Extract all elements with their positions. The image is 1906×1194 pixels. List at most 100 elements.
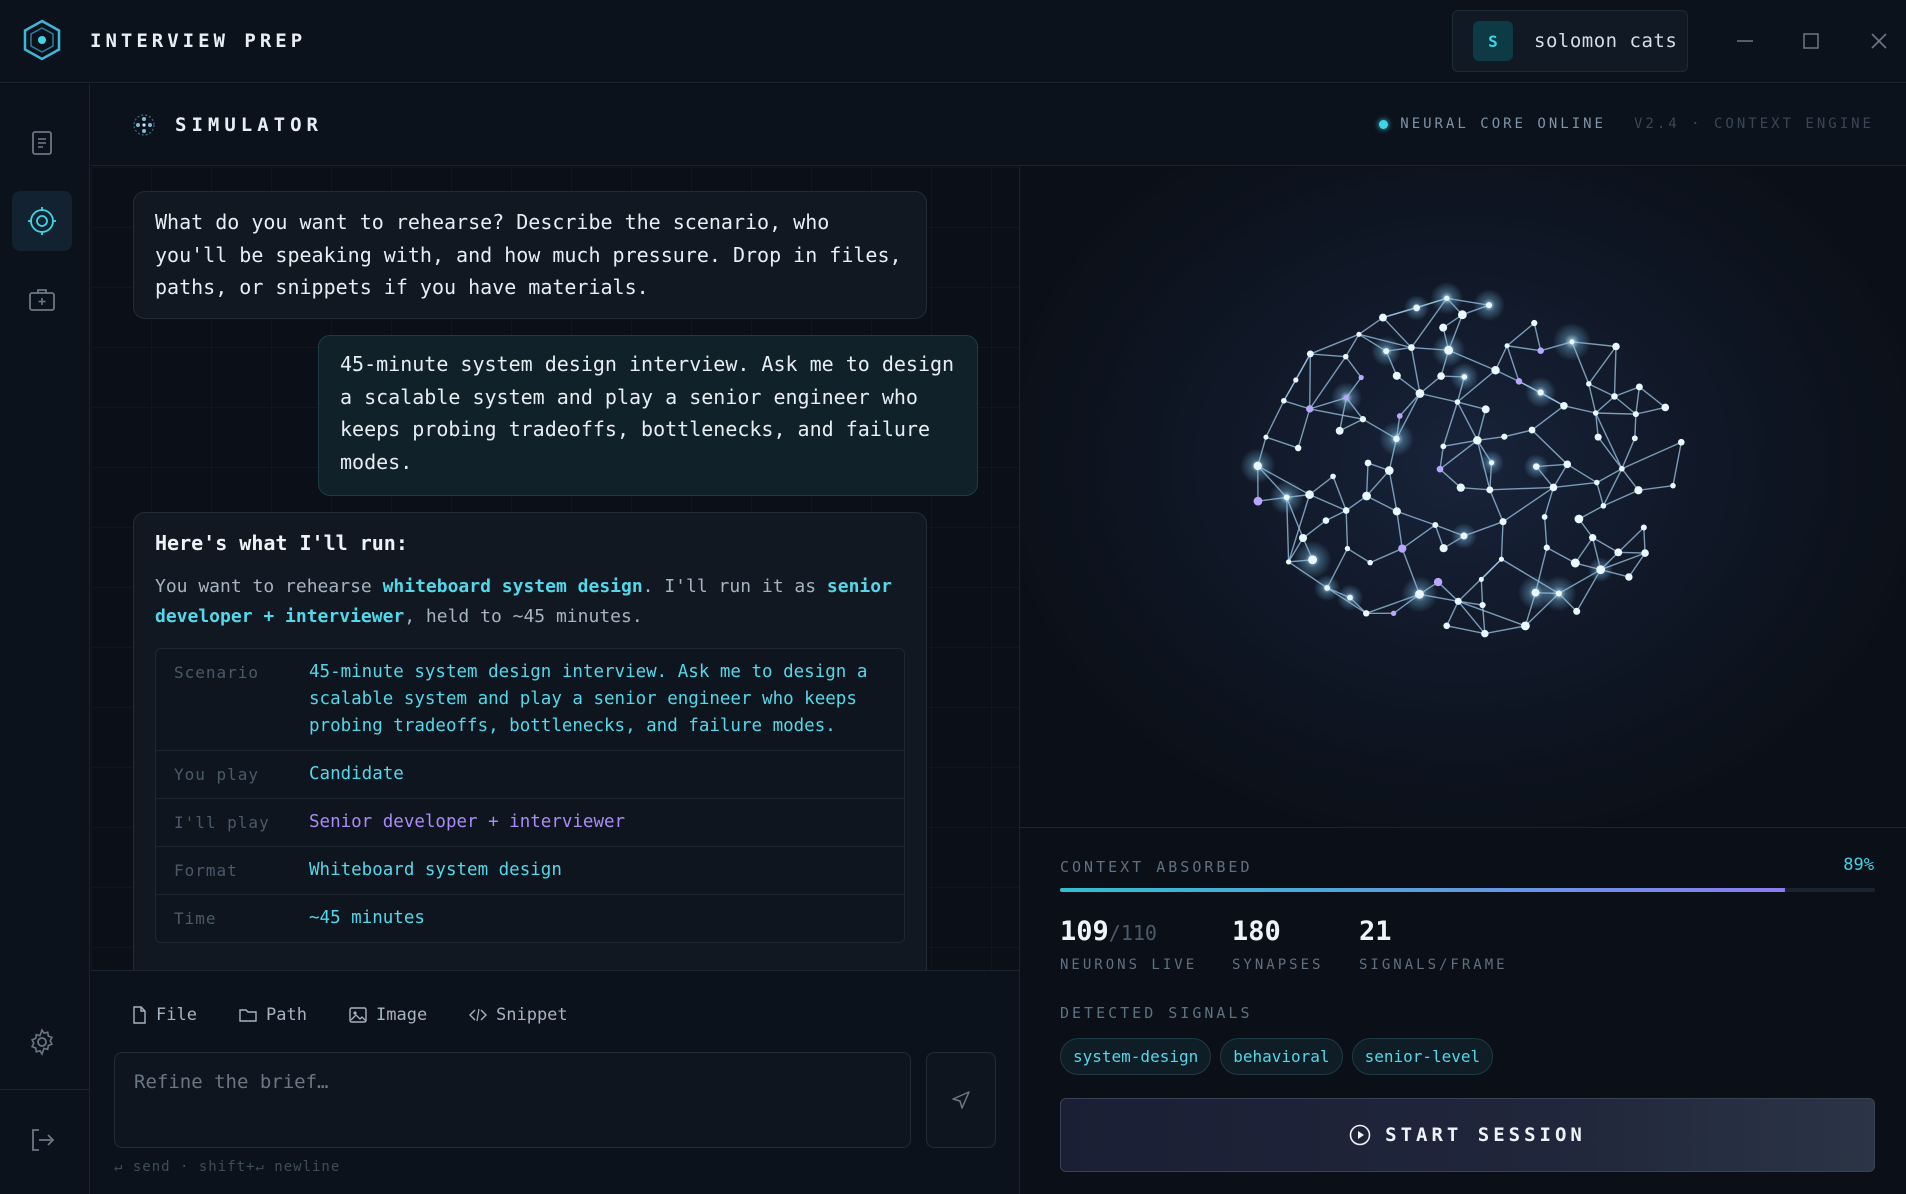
neuron-node — [1533, 463, 1540, 470]
synapse-line — [1396, 511, 1403, 549]
neuron-node — [1640, 524, 1647, 531]
synapse-line — [1309, 475, 1334, 496]
composer: File Path Image Snippet Refine the brief… — [91, 970, 1019, 1194]
synapse-line — [1366, 495, 1398, 512]
stat-synapses: 180 SYNAPSES — [1232, 916, 1323, 973]
attach-path-label: Path — [266, 1005, 307, 1025]
brief-key: Time — [174, 908, 217, 928]
neuron-node — [1586, 381, 1592, 387]
sidebar-item-simulator[interactable] — [12, 191, 72, 251]
neuron-node — [1570, 558, 1580, 568]
synapse-line — [1531, 405, 1565, 431]
synapse-line — [1563, 405, 1596, 414]
neuron-node — [1573, 607, 1581, 615]
title-bar: INTERVIEW PREP S solomon cats — [0, 0, 1906, 83]
close-button[interactable] — [1864, 26, 1894, 56]
start-session-button[interactable]: START SESSION — [1060, 1098, 1875, 1172]
synapse-line — [1347, 547, 1371, 564]
brief-input[interactable]: Refine the brief… — [114, 1052, 911, 1148]
neuron-node — [1347, 594, 1353, 601]
neuron-node — [1413, 304, 1420, 312]
attach-file-button[interactable]: File — [131, 1005, 197, 1025]
briefcase-icon — [29, 289, 55, 311]
synapse-line — [1410, 347, 1421, 394]
neuron-node — [1439, 544, 1448, 553]
plan-topic: whiteboard system design — [382, 575, 643, 597]
neuron-node — [1537, 389, 1544, 396]
synapses-label: SYNAPSES — [1232, 957, 1324, 973]
neuron-node — [1305, 490, 1314, 499]
neuron-node — [1335, 426, 1344, 435]
neuron-node — [1454, 399, 1461, 405]
synapse-line — [1283, 353, 1311, 402]
neuron-node — [1342, 353, 1349, 360]
neuron-node — [1293, 377, 1299, 383]
attach-path-button[interactable]: Path — [239, 1005, 307, 1025]
maximize-button[interactable] — [1796, 26, 1826, 56]
synapse-line — [1595, 412, 1623, 470]
sidebar-item-logout[interactable] — [12, 1110, 72, 1170]
synapse-line — [1634, 414, 1637, 439]
synapse-line — [1401, 524, 1436, 550]
synapse-line — [1439, 468, 1462, 489]
synapse-line — [1617, 526, 1645, 553]
neuron-node — [1594, 433, 1602, 441]
status-online-text: NEURAL CORE ONLINE — [1400, 116, 1606, 132]
signals-value: 21 — [1359, 916, 1392, 947]
attach-image-button[interactable]: Image — [349, 1005, 427, 1025]
neuron-node — [1460, 532, 1468, 540]
image-icon — [349, 1007, 367, 1023]
attach-snippet-button[interactable]: Snippet — [469, 1005, 568, 1025]
synapse-line — [1265, 436, 1299, 449]
neuron-node — [1537, 347, 1544, 354]
brief-value: 45-minute system design interview. Ask m… — [309, 661, 868, 736]
synapse-line — [1603, 489, 1639, 507]
neuron-node — [1367, 559, 1373, 566]
neuron-node — [1322, 517, 1330, 524]
user-menu[interactable]: S solomon cats — [1452, 10, 1688, 72]
play-circle-icon — [1349, 1124, 1371, 1146]
synapse-line — [1552, 463, 1568, 488]
neuron-node — [1396, 413, 1403, 419]
attach-snippet-label: Snippet — [496, 1005, 568, 1025]
neuron-node — [1541, 514, 1548, 520]
synapse-line — [1439, 439, 1478, 470]
sidebar-item-notes[interactable] — [12, 113, 72, 173]
synapse-line — [1588, 346, 1617, 385]
neuron-node — [1432, 522, 1439, 528]
neuron-node — [1457, 310, 1467, 320]
signals-label: SIGNALS/FRAME — [1359, 957, 1508, 973]
chat-thread[interactable]: What do you want to rehearse? Describe t… — [91, 167, 1020, 970]
plan-text: , held to ~45 minutes. — [404, 605, 643, 627]
synapse-line — [1533, 322, 1542, 351]
page-title: SIMULATOR — [175, 114, 323, 136]
neuron-node — [1481, 629, 1489, 638]
neuron-node — [1306, 350, 1314, 358]
neuron-node — [1498, 556, 1504, 562]
synapse-line — [1543, 516, 1548, 548]
neuron-node — [1486, 486, 1494, 494]
synapse-line — [1506, 322, 1535, 347]
signal-tag[interactable]: senior-level — [1351, 1038, 1494, 1075]
neuron-node — [1433, 577, 1443, 587]
neuron-node — [1593, 479, 1600, 486]
minimize-button[interactable] — [1730, 26, 1760, 56]
synapse-line — [1638, 484, 1674, 491]
synapse-line — [1480, 579, 1484, 606]
code-icon — [469, 1008, 487, 1022]
brief-key: Format — [174, 860, 238, 880]
sidebar-item-toolkit[interactable] — [12, 269, 72, 329]
synapses-value: 180 — [1232, 916, 1281, 947]
sidebar-item-settings[interactable] — [12, 1012, 72, 1072]
context-panel: CONTEXT ABSORBED 89% 109/110 NEURONS LIV… — [1020, 827, 1906, 1194]
neuron-node — [1528, 426, 1536, 434]
neuron-node — [1478, 576, 1484, 582]
send-button[interactable] — [926, 1052, 996, 1148]
plan-text: . I'll run it as — [642, 575, 827, 597]
signal-tag[interactable]: system-design — [1060, 1038, 1212, 1075]
brief-value: ~45 minutes — [309, 907, 425, 928]
maximize-icon — [1803, 33, 1819, 49]
signal-tag[interactable]: behavioral — [1220, 1038, 1343, 1075]
app-window: INTERVIEW PREP S solomon cats SIMULATOR … — [0, 0, 1906, 1194]
neuron-node — [1308, 555, 1318, 565]
